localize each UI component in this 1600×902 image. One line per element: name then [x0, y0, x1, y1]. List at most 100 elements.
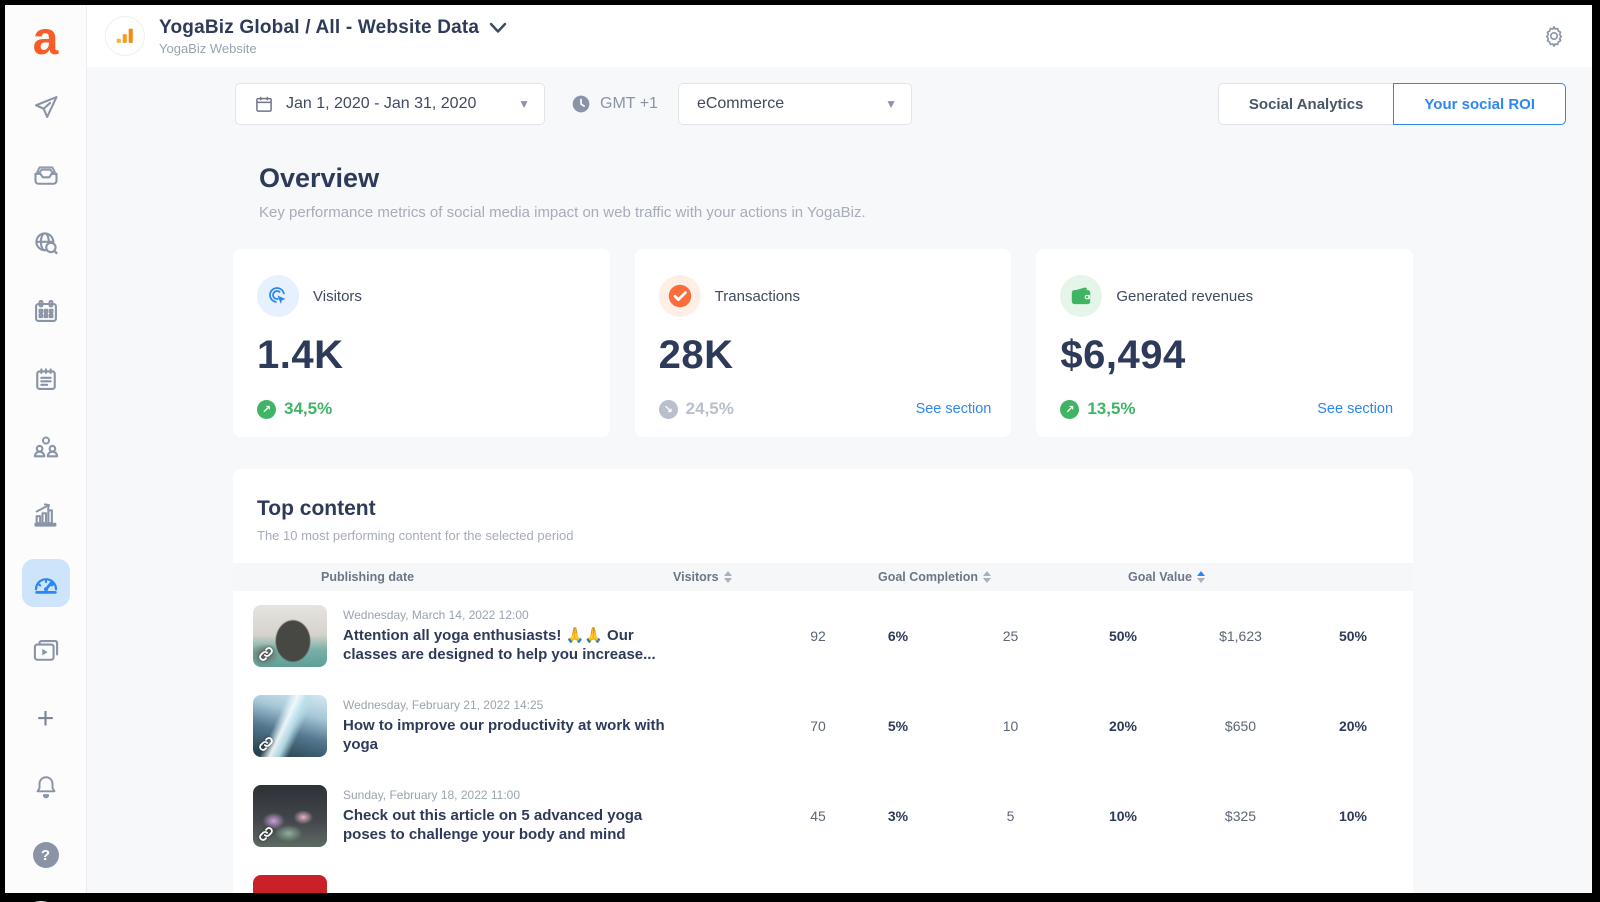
- goal-value: $650: [1168, 718, 1313, 734]
- date-range-picker[interactable]: Jan 1, 2020 - Jan 31, 2020 ▼: [235, 83, 545, 125]
- sidebar-item-content[interactable]: [22, 355, 70, 403]
- goal-value: $325: [1168, 808, 1313, 824]
- notepad-icon: [32, 365, 60, 393]
- content-area: Overview Key performance metrics of soci…: [87, 133, 1592, 893]
- report-type-select[interactable]: eCommerce ▼: [678, 83, 912, 125]
- post-thumbnail[interactable]: [253, 605, 327, 667]
- trend-up-icon: ↗: [257, 400, 276, 419]
- goal-pct: 50%: [1078, 628, 1168, 644]
- report-type-value: eCommerce: [697, 95, 885, 113]
- goal-count: 25: [943, 628, 1078, 644]
- caret-down-icon: ▼: [885, 97, 897, 111]
- overview-subtitle: Key performance metrics of social media …: [259, 204, 1566, 221]
- settings-gear-icon[interactable]: [1542, 24, 1566, 48]
- analytics-tab-group: Social Analytics Your social ROI: [1218, 83, 1566, 125]
- post-info: Wednesday, February 21, 2022 14:25 How t…: [343, 698, 783, 755]
- visitors-count: 70: [783, 718, 853, 734]
- top-header: YogaBiz Global / All - Website Data Yoga…: [87, 5, 1592, 67]
- column-goal-value[interactable]: Goal Value: [1128, 563, 1205, 591]
- goal-pct: 10%: [1078, 808, 1168, 824]
- sidebar-item-notifications[interactable]: [22, 763, 70, 811]
- overview-title: Overview: [259, 163, 1566, 194]
- column-goal-completion[interactable]: Goal Completion: [878, 563, 991, 591]
- page-title: YogaBiz Global / All - Website Data: [159, 17, 479, 39]
- visitors-card: Visitors 1.4K ↗ 34,5%: [233, 249, 610, 437]
- sidebar-item-roi[interactable]: [22, 559, 70, 607]
- table-row[interactable]: Sunday, February 18, 2022 11:00 Check ou…: [233, 771, 1413, 861]
- globe-search-icon: [32, 229, 60, 257]
- revenues-see-section-link[interactable]: See section: [1317, 401, 1393, 417]
- post-thumbnail[interactable]: [253, 875, 327, 893]
- table-row[interactable]: [233, 861, 1413, 893]
- app-logo[interactable]: a: [33, 15, 59, 61]
- tab-your-social-roi[interactable]: Your social ROI: [1393, 83, 1566, 125]
- post-date: Sunday, February 18, 2022 11:00: [343, 788, 783, 802]
- sidebar-item-calendar[interactable]: [22, 287, 70, 335]
- trend-down-icon: ↘: [659, 400, 678, 419]
- sidebar-item-help[interactable]: ?: [22, 831, 70, 879]
- post-date: Wednesday, March 14, 2022 12:00: [343, 608, 783, 622]
- link-icon: [257, 645, 275, 663]
- help-icon: ?: [33, 842, 59, 868]
- transactions-see-section-link[interactable]: See section: [916, 401, 992, 417]
- revenues-card: Generated revenues $6,494 ↗ 13,5% See se…: [1036, 249, 1413, 437]
- post-thumbnail[interactable]: [253, 785, 327, 847]
- post-thumbnail[interactable]: [253, 695, 327, 757]
- sidebar-item-reports[interactable]: [22, 491, 70, 539]
- sidebar: a: [5, 5, 87, 893]
- trend-up-icon: ↗: [1060, 400, 1079, 419]
- calendar-icon: [254, 94, 274, 114]
- chevron-down-icon: [489, 22, 507, 34]
- link-icon: [257, 825, 275, 843]
- revenues-trend: ↗ 13,5%: [1060, 399, 1135, 419]
- table-row[interactable]: Wednesday, February 21, 2022 14:25 How t…: [233, 681, 1413, 771]
- visitors-pct: 5%: [853, 718, 943, 734]
- revenues-wallet-icon: [1060, 275, 1102, 317]
- sidebar-item-inbox[interactable]: [22, 151, 70, 199]
- sort-icon[interactable]: [983, 571, 991, 583]
- top-content-card: Top content The 10 most performing conte…: [233, 469, 1413, 893]
- page-subtitle: YogaBiz Website: [159, 41, 507, 56]
- team-icon: [32, 433, 60, 461]
- timezone-indicator: GMT +1: [571, 94, 658, 114]
- link-icon: [257, 735, 275, 753]
- table-row[interactable]: Wednesday, March 14, 2022 12:00 Attentio…: [233, 591, 1413, 681]
- timezone-label: GMT +1: [600, 95, 658, 113]
- table-header: Publishing date Visitors Goal Completion…: [233, 563, 1413, 591]
- paper-plane-icon: [32, 93, 60, 121]
- transactions-trend: ↘ 24,5%: [659, 399, 734, 419]
- date-range-value: Jan 1, 2020 - Jan 31, 2020: [286, 95, 506, 113]
- gauge-icon: [31, 568, 61, 598]
- goal-value-pct: 10%: [1313, 808, 1393, 824]
- goal-value-pct: 20%: [1313, 718, 1393, 734]
- sort-icon[interactable]: [724, 571, 732, 583]
- filter-bar: Jan 1, 2020 - Jan 31, 2020 ▼ GMT +1 eCom…: [87, 67, 1592, 133]
- visitors-pct: 3%: [853, 808, 943, 824]
- visitors-pct: 6%: [853, 628, 943, 644]
- sidebar-item-library[interactable]: [22, 627, 70, 675]
- analytics-profile-avatar[interactable]: [105, 16, 145, 56]
- calendar-icon: [32, 297, 60, 325]
- chart-growth-icon: [32, 501, 60, 529]
- visitors-count: 92: [783, 628, 853, 644]
- inbox-icon: [32, 161, 60, 189]
- tab-social-analytics[interactable]: Social Analytics: [1218, 83, 1394, 125]
- caret-down-icon: ▼: [518, 97, 530, 111]
- transactions-label: Transactions: [715, 288, 800, 305]
- goal-pct: 20%: [1078, 718, 1168, 734]
- sidebar-item-publishing[interactable]: [22, 83, 70, 131]
- sidebar-item-fans[interactable]: [22, 423, 70, 471]
- profile-switcher[interactable]: YogaBiz Global / All - Website Data: [159, 17, 507, 39]
- visitors-click-icon: [257, 275, 299, 317]
- visitors-count: 45: [783, 808, 853, 824]
- clock-icon: [571, 94, 591, 114]
- column-visitors[interactable]: Visitors: [673, 563, 732, 591]
- goal-value: $1,623: [1168, 628, 1313, 644]
- sidebar-item-add[interactable]: +: [22, 695, 70, 743]
- top-content-title: Top content: [257, 497, 1413, 521]
- goal-count: 5: [943, 808, 1078, 824]
- analytics-bars-icon: [114, 25, 136, 47]
- post-title: How to improve our productivity at work …: [343, 716, 688, 755]
- sort-icon-active[interactable]: [1197, 571, 1205, 583]
- sidebar-item-listening[interactable]: [22, 219, 70, 267]
